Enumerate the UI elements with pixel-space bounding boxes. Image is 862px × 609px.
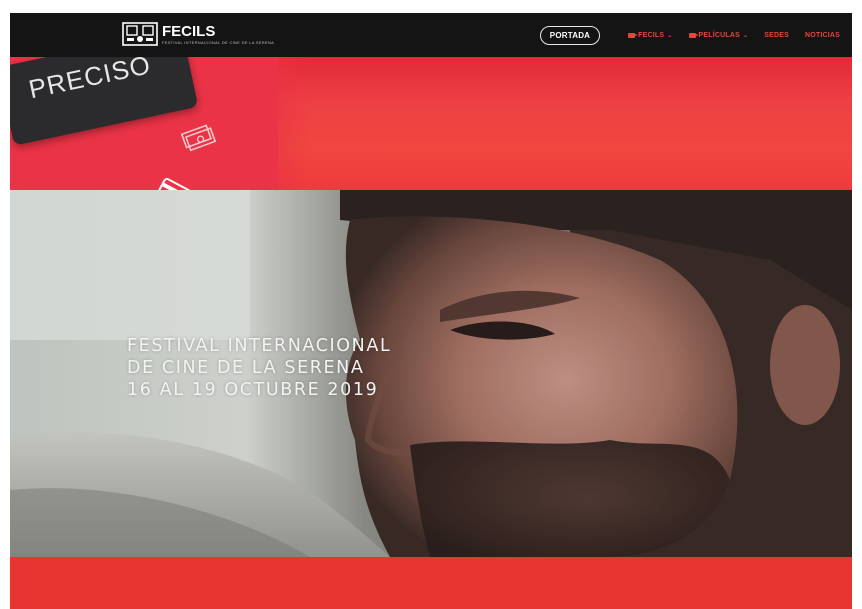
camera-icon bbox=[688, 32, 699, 38]
chevron-down-icon: ⌄ bbox=[667, 32, 673, 39]
top-navbar: FECILS FESTIVAL INTERNACIONAL DE CINE DE… bbox=[10, 13, 852, 57]
hero-title-line: DE CINE DE LA SERENA bbox=[127, 358, 365, 378]
camera-icon bbox=[628, 32, 639, 38]
site-logo[interactable]: FECILS FESTIVAL INTERNACIONAL DE CINE DE… bbox=[122, 21, 274, 47]
nav-item-sedes[interactable]: SEDES bbox=[764, 32, 789, 39]
hero-title-line: 16 AL 19 OCTUBRE 2019 bbox=[127, 380, 379, 400]
credit-card-icon bbox=[155, 178, 196, 190]
banner-fade bbox=[250, 57, 310, 190]
logo-name: FECILS bbox=[162, 22, 216, 40]
hero-image: FESTIVAL INTERNACIONAL DE CINE DE LA SER… bbox=[10, 190, 852, 557]
logo-tagline: FESTIVAL INTERNACIONAL DE CINE DE LA SER… bbox=[162, 39, 275, 45]
main-nav: PORTADA FECILS ⌄ PELÍCULAS ⌄ SEDES NOTIC… bbox=[539, 24, 840, 46]
nav-item-label: NOTICIAS bbox=[804, 31, 840, 39]
nav-item-peliculas[interactable]: PELÍCULAS ⌄ bbox=[688, 31, 749, 39]
hero-title: FESTIVAL INTERNACIONAL DE CINE DE LA SER… bbox=[127, 335, 391, 401]
nav-item-noticias[interactable]: NOTICIAS bbox=[805, 32, 840, 39]
nav-item-label: SEDES bbox=[764, 31, 789, 39]
promo-banner[interactable]: PRECISO bbox=[10, 57, 852, 190]
nav-portada-button[interactable]: PORTADA bbox=[539, 25, 601, 45]
nav-item-label: FECILS bbox=[638, 31, 665, 39]
hero-title-line: FESTIVAL INTERNACIONAL bbox=[127, 336, 392, 356]
chevron-down-icon: ⌄ bbox=[742, 32, 749, 39]
nav-item-fecils[interactable]: FECILS ⌄ bbox=[628, 32, 672, 39]
footer-strip bbox=[10, 557, 852, 609]
nav-item-label: PELÍCULAS bbox=[698, 31, 740, 39]
money-bills-icon bbox=[180, 124, 217, 152]
film-projector-logo-icon bbox=[122, 22, 158, 46]
